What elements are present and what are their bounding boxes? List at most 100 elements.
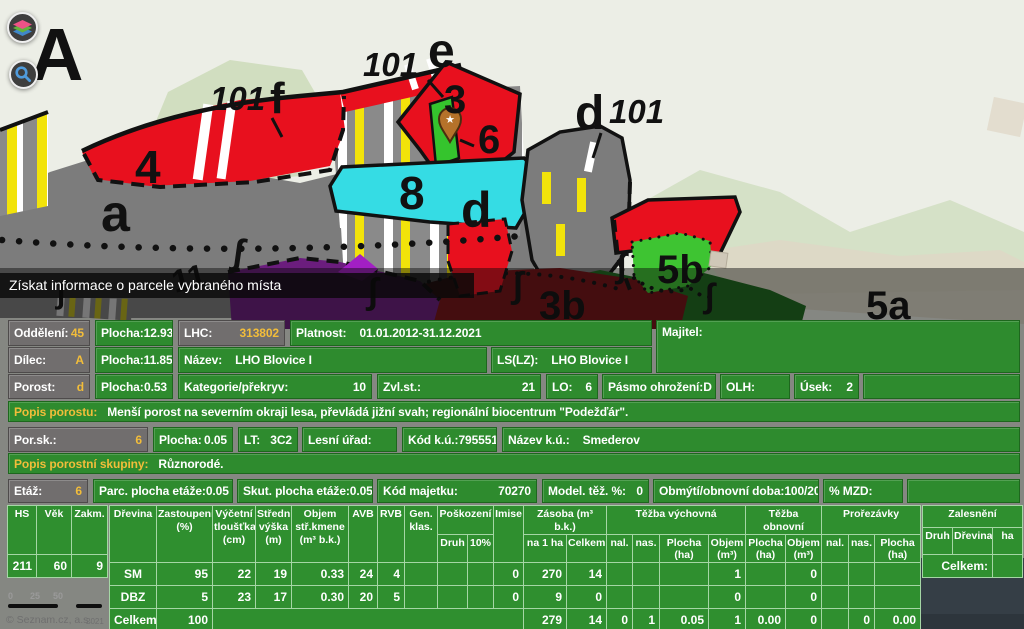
info-field-lslz: LS(LZ):LHO Blovice I — [491, 347, 652, 373]
table-cell — [849, 586, 875, 609]
table-cell: 0 — [567, 586, 607, 609]
table-cell: 20 — [349, 586, 378, 609]
field-label: LT: — [244, 433, 260, 447]
table-cell: 19 — [256, 563, 292, 586]
table-cell — [405, 563, 438, 586]
table-header: Výčetní tloušťka (cm) — [213, 506, 256, 563]
table-cell — [405, 586, 438, 609]
table-cell — [849, 563, 875, 586]
info-field-popisporostu: Popis porostu:Menší porost na severním o… — [8, 401, 1020, 422]
table-cell — [213, 609, 524, 629]
stand-table-right: ZalesněníDruhDřevinahaCelkem: — [922, 505, 1023, 578]
table-cell: 0.00 — [746, 609, 786, 629]
table-cell — [660, 563, 709, 586]
table-header: Plocha (ha) — [746, 534, 786, 563]
info-field-kdk: Kód k.ú.:795551 — [402, 427, 497, 452]
table-cell: 0 — [494, 586, 524, 609]
field-value: D — [703, 380, 712, 394]
table-header: Těžba výchovná — [607, 506, 746, 535]
table-header: Zastoupení (%) — [157, 506, 213, 563]
field-value: 6 — [135, 433, 142, 447]
stand-table-main: DřevinaZastoupení (%)Výčetní tloušťka (c… — [109, 505, 921, 629]
info-field-empty — [907, 479, 1020, 503]
table-cell: 9 — [72, 555, 108, 578]
field-label: Kód majetku: — [383, 484, 458, 498]
table-header: Objem (m³) — [709, 534, 746, 563]
field-label: Název k.ú.: — [508, 433, 570, 447]
field-value: 313802 — [240, 326, 279, 340]
table-cell — [875, 563, 921, 586]
table-cell: 100 — [157, 609, 213, 629]
info-field-psmoohroen: Pásmo ohrožení:D — [602, 374, 716, 399]
table-cell: 270 — [524, 563, 567, 586]
table-cell: Celkem: — [923, 555, 993, 578]
info-field-lesnad: Lesní úřad: — [302, 427, 397, 452]
info-field-platnost: Platnost:01.01.2012-31.12.2021 — [290, 320, 652, 346]
map-label: 101 — [210, 80, 265, 117]
field-value: 100/20 — [784, 484, 819, 498]
info-field-sek: Úsek: 2 — [794, 374, 859, 399]
table-header: Zásoba (m³ b.k.) — [524, 506, 607, 535]
table-header: nal. — [607, 534, 633, 563]
forestry-map-app: ★ A101f101e36d1014a8d5b3b5a11∫∫∫∫∫∫ 0 25… — [0, 0, 1024, 629]
table-cell — [468, 563, 494, 586]
field-label: Majitel: — [662, 325, 703, 339]
field-label: Plocha: — [101, 326, 144, 340]
field-label: Plocha: — [101, 380, 144, 394]
field-value: Různorodé. — [158, 457, 223, 471]
table-header: Druh — [923, 528, 953, 555]
table-cell — [660, 586, 709, 609]
table-header: Těžba obnovní — [746, 506, 822, 535]
field-label: Pásmo ohrožení: — [608, 380, 703, 394]
scale-tick: 25 — [30, 591, 40, 601]
table-header: RVB — [378, 506, 405, 563]
info-field-oddlen: Oddělení:45 — [8, 320, 90, 346]
table-header: Poškození — [438, 506, 494, 535]
search-icon — [11, 62, 36, 87]
field-value: 01.01.2012-31.12.2021 — [359, 326, 481, 340]
table-header: Objem (m³) — [786, 534, 822, 563]
scale-bar — [76, 604, 102, 608]
info-field-lt: LT:3C2 — [238, 427, 298, 452]
table-header: Plocha (ha) — [875, 534, 921, 563]
table-cell: 60 — [37, 555, 72, 578]
search-button[interactable] — [9, 60, 38, 89]
field-label: Parc. plocha etáže: — [99, 484, 206, 498]
table-header: Druh — [438, 534, 468, 563]
field-label: Dílec: — [14, 353, 46, 367]
table-cell — [993, 555, 1023, 578]
map-attribution-year: 2021 — [86, 617, 106, 626]
table-cell — [438, 563, 468, 586]
info-field-et: Etáž:6 — [8, 479, 88, 503]
info-field-skutplochaete: Skut. plocha etáže:0.05 — [237, 479, 373, 503]
table-cell: 4 — [378, 563, 405, 586]
table-header: Prořezávky — [822, 506, 921, 535]
field-value: 2 — [846, 380, 853, 394]
field-value: 12.93 — [144, 326, 173, 340]
layers-button[interactable] — [7, 12, 38, 43]
field-label: Úsek: — [800, 380, 832, 394]
field-label: Obmýtí/obnovní doba: — [659, 484, 784, 498]
table-cell — [438, 586, 468, 609]
map-attribution: © Seznam.cz, a.s. — [6, 614, 91, 626]
field-value: 70270 — [498, 484, 531, 498]
map-label: d — [575, 87, 604, 140]
field-label: Model. těž. %: — [548, 484, 626, 498]
table-header: Střední výška (m) — [256, 506, 292, 563]
field-label: Skut. plocha etáže: — [243, 484, 350, 498]
field-label: Etáž: — [14, 484, 42, 498]
table-cell: SM — [110, 563, 157, 586]
field-value: Menší porost na severním okraji lesa, př… — [107, 405, 628, 419]
field-value: 0 — [636, 484, 643, 498]
field-value: d — [77, 380, 84, 394]
table-cell: 17 — [256, 586, 292, 609]
stand-table-left: HSVěkZakm.211609 — [7, 505, 108, 578]
table-cell: 0.30 — [292, 586, 349, 609]
table-cell: 0 — [849, 609, 875, 629]
map-label: 101 — [363, 46, 418, 83]
table-header: ha — [993, 528, 1023, 555]
info-field-%mzd: % MZD: — [823, 479, 903, 503]
info-field-lo: LO:6 — [546, 374, 598, 399]
table-cell — [822, 586, 849, 609]
table-cell: Celkem: — [110, 609, 157, 629]
